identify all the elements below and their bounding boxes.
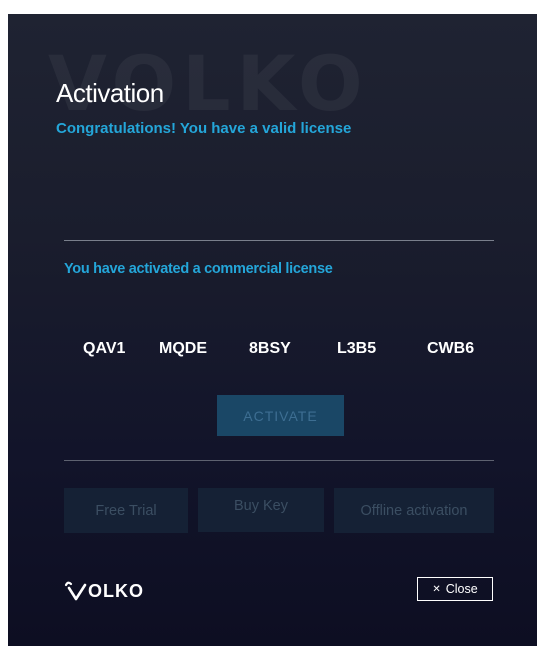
license-key-segment-1[interactable]: QAV1 bbox=[83, 340, 125, 358]
buy-key-button[interactable]: Buy Key bbox=[198, 488, 324, 532]
volko-logo: OLKO bbox=[64, 580, 144, 602]
license-status: You have activated a commercial license bbox=[64, 261, 333, 277]
activate-button[interactable]: ACTIVATE bbox=[217, 395, 344, 436]
divider bbox=[64, 460, 494, 461]
close-button[interactable]: ✕ Close bbox=[417, 577, 493, 601]
divider bbox=[64, 240, 494, 241]
offline-activation-button[interactable]: Offline activation bbox=[334, 488, 494, 533]
volko-logo-icon bbox=[64, 581, 87, 601]
free-trial-button[interactable]: Free Trial bbox=[64, 488, 188, 533]
license-key-segment-4[interactable]: L3B5 bbox=[337, 340, 376, 358]
dialog-title: Activation bbox=[56, 78, 164, 108]
license-key-segment-3[interactable]: 8BSY bbox=[249, 340, 291, 358]
close-label: Close bbox=[445, 582, 478, 596]
close-icon: ✕ bbox=[432, 583, 441, 595]
license-key-segment-2[interactable]: MQDE bbox=[159, 340, 207, 358]
activation-dialog: VOLKO Activation Congratulations! You ha… bbox=[8, 14, 537, 646]
license-key-segment-5[interactable]: CWB6 bbox=[427, 340, 474, 358]
license-valid-message: Congratulations! You have a valid licens… bbox=[56, 120, 352, 137]
logo-text: OLKO bbox=[88, 580, 144, 601]
